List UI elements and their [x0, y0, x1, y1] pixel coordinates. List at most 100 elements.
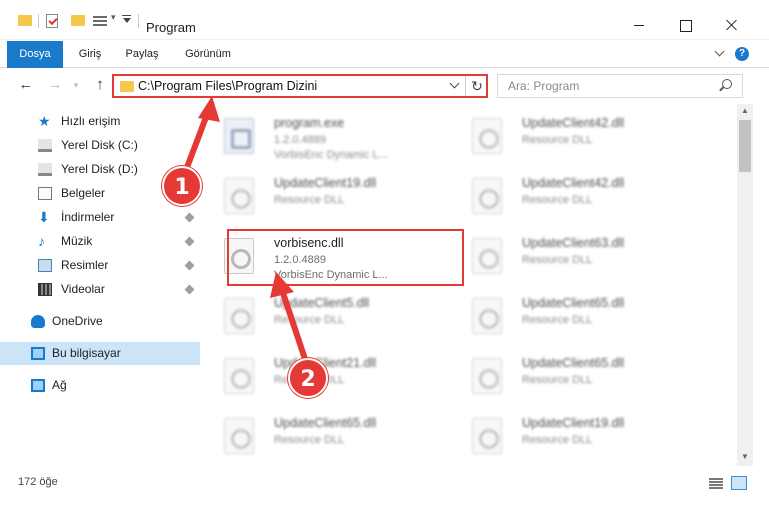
- sidebar-item-label: Müzik: [61, 234, 93, 248]
- expand-ribbon-icon[interactable]: [714, 47, 726, 59]
- highlight-box: [227, 229, 464, 286]
- tab-file[interactable]: Dosya: [7, 41, 63, 68]
- scroll-down-icon[interactable]: ▼: [741, 452, 749, 461]
- close-button[interactable]: [708, 12, 754, 38]
- up-arrow-icon[interactable]: ↑: [90, 75, 110, 95]
- sidebar-item-label: Yerel Disk (C:): [61, 138, 138, 152]
- sidebar-item-network[interactable]: Ağ: [0, 374, 200, 397]
- file-type: Resource DLL: [522, 374, 593, 386]
- scroll-thumb[interactable]: [739, 120, 751, 172]
- pin-icon[interactable]: [184, 236, 195, 247]
- chevron-down-icon[interactable]: ▾: [111, 12, 116, 23]
- dll-file-icon: [472, 238, 502, 274]
- search-placeholder: Ara: Program: [508, 79, 580, 93]
- tab-home[interactable]: Giriş: [70, 41, 110, 68]
- tab-view[interactable]: Görünüm: [176, 41, 240, 68]
- title-bar: ▾ Program: [0, 0, 769, 40]
- drive-icon: [38, 139, 52, 152]
- pin-icon[interactable]: [184, 284, 195, 295]
- file-tile[interactable]: program.exe 1.2.0.4889 VorbisEnc Dynamic…: [204, 108, 444, 164]
- cloud-icon: [31, 315, 45, 328]
- dll-file-icon: [472, 298, 502, 334]
- sidebar-item-quick-access[interactable]: ★ Hızlı erişim: [0, 110, 200, 133]
- details-view-icon[interactable]: [709, 477, 723, 489]
- dll-file-icon: [472, 418, 502, 454]
- pin-icon[interactable]: [184, 260, 195, 271]
- star-icon: ★: [38, 113, 51, 129]
- file-tile[interactable]: UpdateClient21.dll Resource DLL: [204, 348, 444, 404]
- ribbon: Dosya Giriş Paylaş Görünüm ?: [0, 41, 769, 68]
- separator: [465, 76, 466, 96]
- file-type: Resource DLL: [274, 434, 345, 446]
- sidebar-item-label: OneDrive: [52, 314, 103, 328]
- sidebar-item-pictures[interactable]: Resimler: [0, 254, 200, 277]
- sidebar-item-label: Bu bilgisayar: [52, 346, 121, 360]
- address-path[interactable]: C:\Program Files\Program Dizini: [138, 79, 317, 93]
- network-icon: [31, 379, 45, 392]
- folder-icon: [120, 81, 134, 92]
- refresh-icon[interactable]: ↻: [469, 77, 485, 95]
- sidebar-item-local-disk-c[interactable]: Yerel Disk (C:): [0, 134, 200, 157]
- sidebar-item-videos[interactable]: Videolar: [0, 278, 200, 301]
- file-name: UpdateClient19.dll: [274, 176, 377, 190]
- file-name: UpdateClient42.dll: [522, 116, 625, 130]
- file-tile[interactable]: UpdateClient65.dll Resource DLL: [204, 408, 444, 464]
- drive-icon: [38, 163, 52, 176]
- file-tile[interactable]: UpdateClient42.dll Resource DLL: [452, 108, 692, 164]
- search-icon[interactable]: [722, 79, 732, 89]
- file-type: Resource DLL: [274, 194, 345, 206]
- new-folder-icon[interactable]: [71, 15, 85, 26]
- maximize-button[interactable]: [662, 12, 708, 38]
- window-title: Program: [146, 20, 196, 35]
- sidebar-item-label: İndirmeler: [61, 210, 115, 224]
- back-arrow-icon[interactable]: ←: [16, 75, 36, 95]
- separator: [138, 14, 139, 28]
- file-tile[interactable]: UpdateClient65.dll Resource DLL: [452, 348, 692, 404]
- forward-arrow-icon[interactable]: →: [45, 75, 65, 95]
- navigation-bar: ← → ▾ ↑ C:\Program Files\Program Dizini …: [0, 69, 769, 101]
- properties-icon[interactable]: [46, 14, 58, 28]
- file-name: UpdateClient65.dll: [274, 416, 377, 430]
- search-input[interactable]: Ara: Program: [497, 74, 743, 98]
- pin-icon[interactable]: [184, 212, 195, 223]
- sidebar-item-local-disk-d[interactable]: Yerel Disk (D:): [0, 158, 200, 181]
- chevron-down-icon[interactable]: [451, 82, 459, 90]
- exe-file-icon: [224, 118, 254, 154]
- sidebar-item-label: Yerel Disk (D:): [61, 162, 138, 176]
- file-tile[interactable]: UpdateClient63.dll Resource DLL: [452, 228, 692, 284]
- file-tile[interactable]: UpdateClient65.dll Resource DLL: [452, 288, 692, 344]
- sidebar-item-this-pc[interactable]: Bu bilgisayar: [0, 342, 200, 365]
- sidebar-item-label: Belgeler: [61, 186, 106, 200]
- scroll-up-icon[interactable]: ▲: [741, 106, 749, 115]
- folder-icon[interactable]: [18, 15, 32, 26]
- sidebar-item-label: Ağ: [52, 378, 67, 392]
- download-icon: ⬇: [38, 209, 50, 225]
- minimize-button[interactable]: [616, 12, 662, 38]
- vertical-scrollbar[interactable]: ▲ ▼: [737, 104, 753, 466]
- tab-share[interactable]: Paylaş: [120, 41, 164, 68]
- dll-file-icon: [472, 118, 502, 154]
- customize-toolbar-icon[interactable]: [122, 15, 131, 25]
- file-version: 1.2.0.4889: [274, 134, 326, 146]
- sidebar-item-documents[interactable]: Belgeler: [0, 182, 200, 205]
- file-tile[interactable]: UpdateClient5.dll Resource DLL: [204, 288, 444, 344]
- file-tile[interactable]: UpdateClient19.dll Resource DLL: [452, 408, 692, 464]
- sidebar-item-music[interactable]: ♪ Müzik: [0, 230, 200, 253]
- recent-locations-icon[interactable]: ▾: [66, 75, 86, 95]
- file-tile[interactable]: UpdateClient42.dll Resource DLL: [452, 168, 692, 224]
- music-icon: ♪: [38, 233, 45, 249]
- help-icon[interactable]: ?: [735, 47, 749, 61]
- address-bar[interactable]: C:\Program Files\Program Dizini ↻: [112, 74, 488, 98]
- sidebar-item-label: Resimler: [61, 258, 109, 272]
- view-options-icon[interactable]: [93, 14, 107, 26]
- sidebar-item-downloads[interactable]: ⬇ İndirmeler: [0, 206, 200, 229]
- file-type: Resource DLL: [522, 434, 593, 446]
- file-tile[interactable]: UpdateClient19.dll Resource DLL: [204, 168, 444, 224]
- computer-icon: [31, 347, 45, 360]
- sidebar-item-label: Hızlı erişim: [61, 114, 121, 128]
- tiles-view-icon[interactable]: [731, 476, 747, 490]
- dll-file-icon: [224, 358, 254, 394]
- file-type: Resource DLL: [274, 374, 345, 386]
- file-list: program.exe 1.2.0.4889 VorbisEnc Dynamic…: [204, 104, 737, 466]
- sidebar-item-onedrive[interactable]: OneDrive: [0, 310, 200, 333]
